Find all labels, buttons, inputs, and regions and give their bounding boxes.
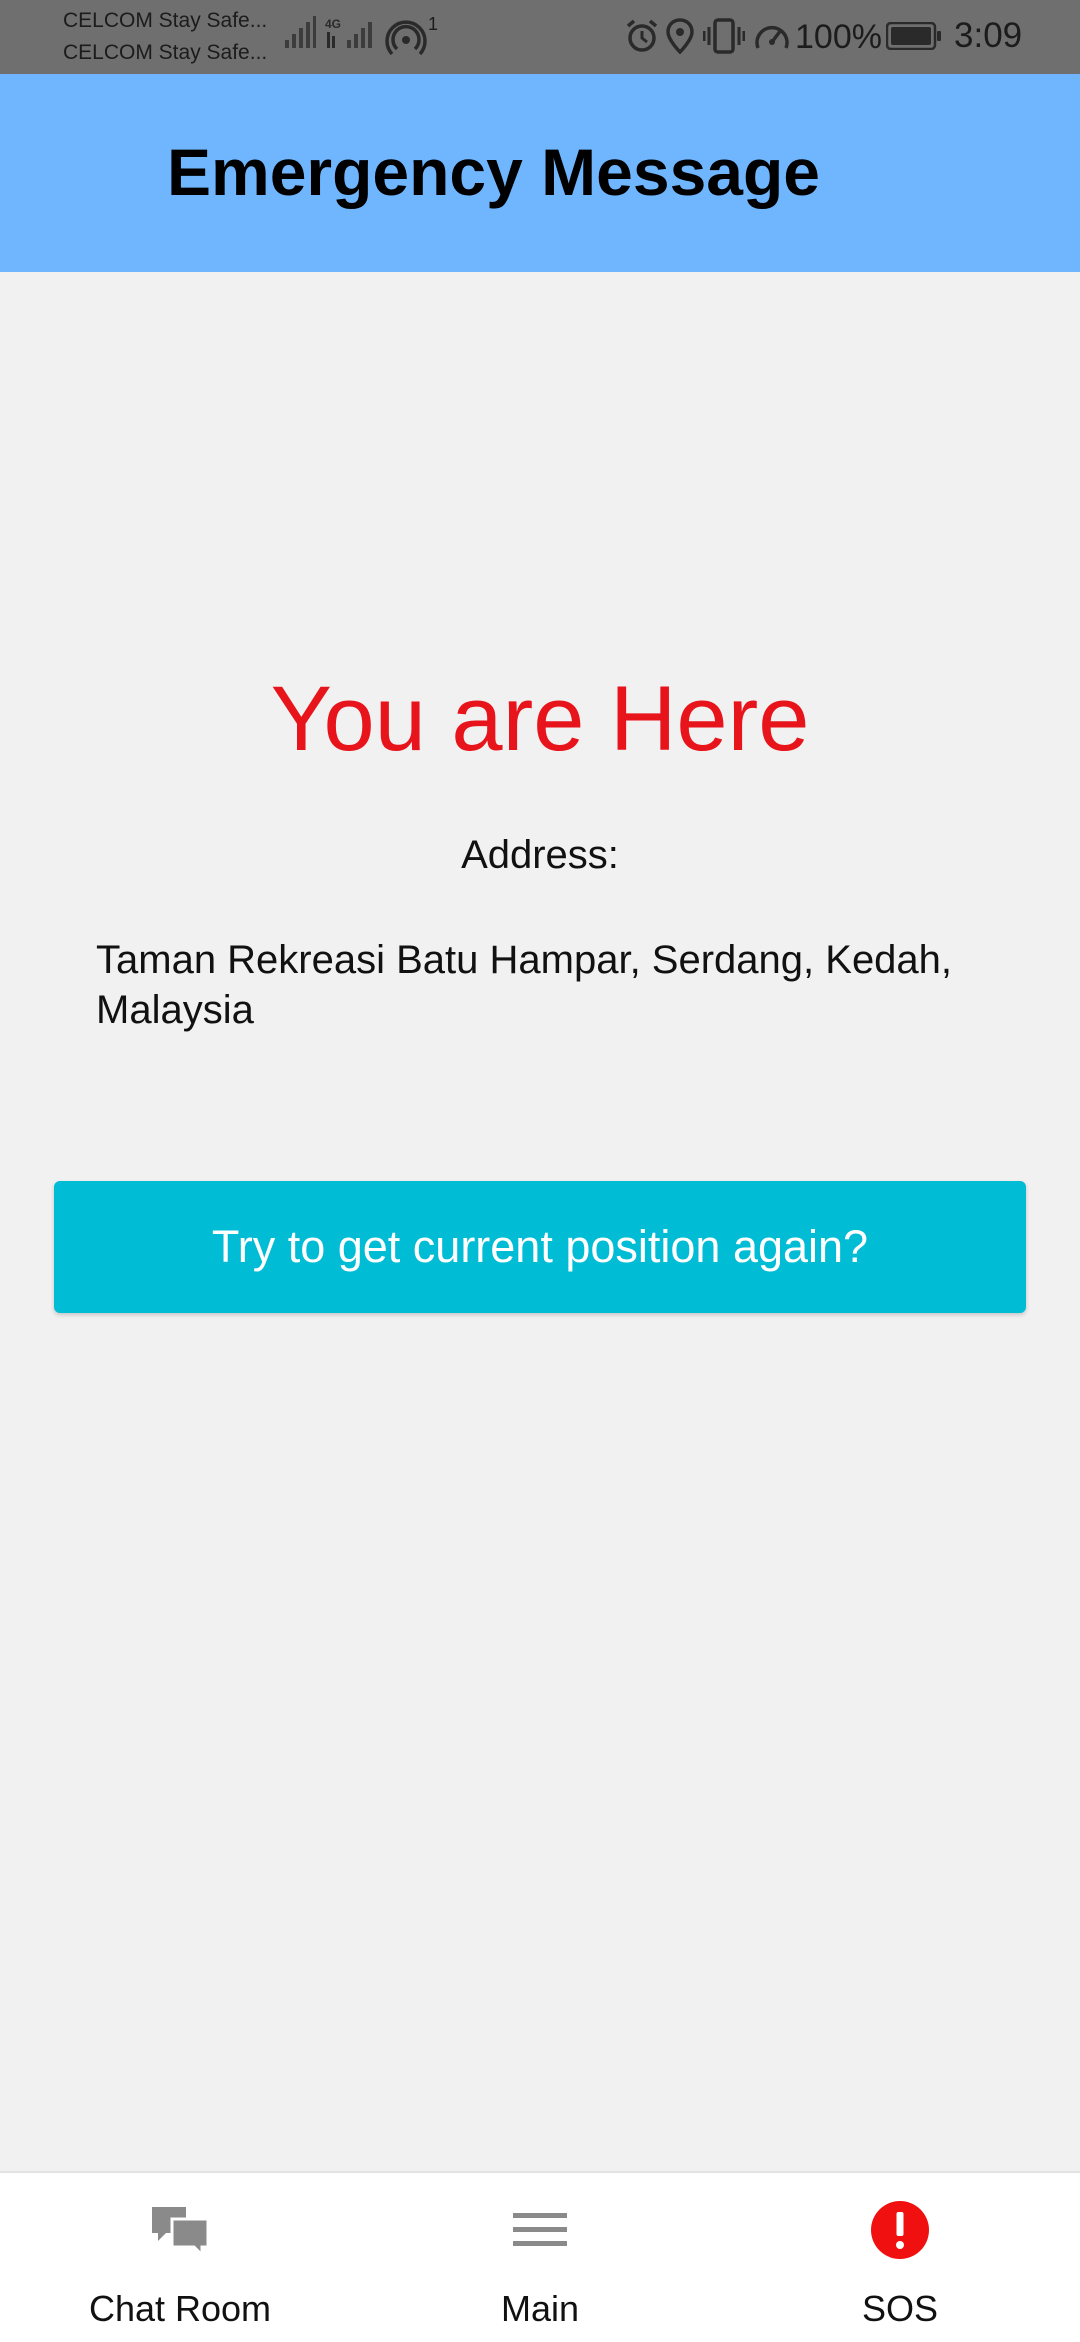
vibrate-icon bbox=[703, 18, 745, 54]
address-value: Taman Rekreasi Batu Hampar, Serdang, Ked… bbox=[96, 938, 953, 1032]
carrier-name-2: CELCOM Stay Safe... bbox=[63, 41, 268, 64]
location-heading: You are Here bbox=[270, 668, 810, 770]
retry-location-button[interactable]: Try to get current position again? bbox=[54, 1181, 1026, 1313]
bottom-nav: Chat Room Main SOS bbox=[0, 2171, 1080, 2342]
address-label: Address: bbox=[461, 833, 619, 877]
signal-icon bbox=[285, 16, 316, 48]
sos-alert-icon bbox=[871, 2201, 929, 2259]
hotspot-count: 1 bbox=[428, 14, 439, 34]
data-saver-icon bbox=[755, 25, 789, 49]
nav-item-sos[interactable]: SOS bbox=[720, 2173, 1080, 2342]
svg-text:4G: 4G bbox=[325, 17, 341, 31]
location-icon bbox=[666, 18, 694, 54]
nav-label-sos: SOS bbox=[861, 2288, 939, 2329]
nav-label-main: Main bbox=[500, 2288, 580, 2329]
battery-icon bbox=[886, 22, 941, 50]
nav-label-chat-room: Chat Room bbox=[88, 2288, 272, 2329]
battery-percentage: 100% bbox=[795, 18, 882, 56]
hotspot-icon bbox=[385, 20, 427, 56]
alarm-icon bbox=[626, 19, 658, 52]
carrier-name-1: CELCOM Stay Safe... bbox=[63, 9, 268, 32]
nav-item-chat-room[interactable]: Chat Room bbox=[0, 2173, 360, 2342]
chat-icon bbox=[152, 2207, 210, 2259]
app-header: Emergency Message bbox=[0, 74, 1080, 272]
status-clock: 3:09 bbox=[954, 16, 1023, 55]
signal-4g-icon: 4G bbox=[325, 17, 372, 48]
nav-item-main[interactable]: Main bbox=[360, 2173, 720, 2342]
status-bar: CELCOM Stay Safe... CELCOM Stay Safe... … bbox=[0, 0, 1080, 74]
menu-icon bbox=[513, 2213, 567, 2246]
page-title: Emergency Message bbox=[167, 135, 821, 209]
